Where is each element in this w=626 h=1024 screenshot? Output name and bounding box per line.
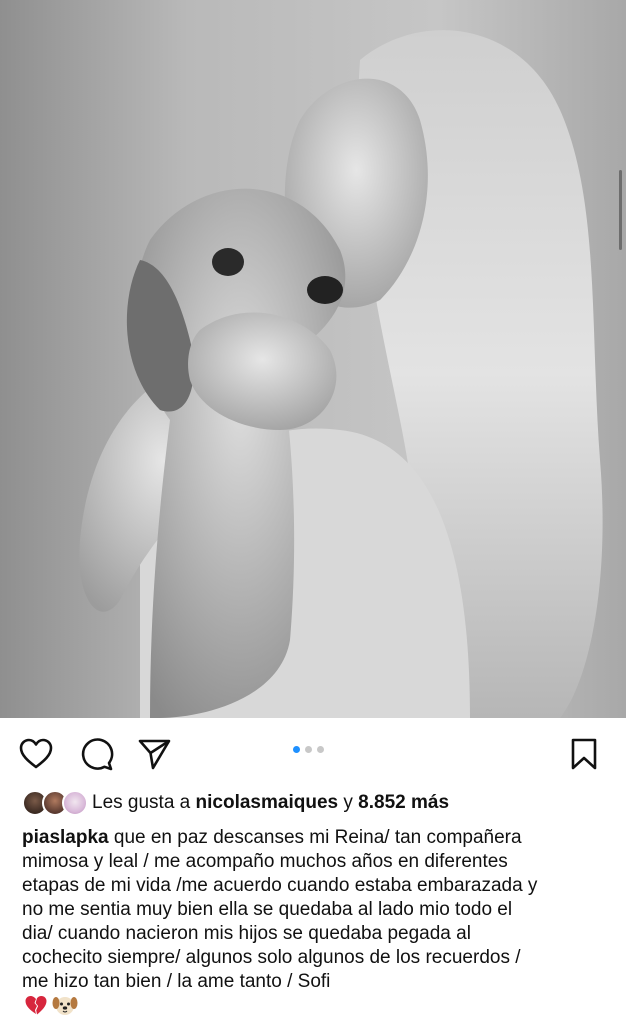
liker-username[interactable]: nicolasmaiques [196, 792, 339, 813]
caption-line: no me sentia muy bien ella se quedaba al… [22, 899, 513, 920]
carousel-dot-active [293, 746, 300, 753]
carousel-dot [317, 746, 324, 753]
likes-prefix: Les gusta a [92, 792, 196, 813]
avatar [62, 790, 88, 816]
comment-icon[interactable] [78, 736, 114, 772]
carousel-dots [293, 746, 324, 754]
caption-line: etapas de mi vida /me acuerdo cuando est… [22, 875, 538, 896]
bookmark-icon[interactable] [566, 736, 602, 772]
likes-count[interactable]: 8.852 más [358, 792, 449, 813]
broken-heart-icon [24, 993, 48, 1019]
caption-username[interactable]: piaslapka [22, 827, 109, 848]
caption-line: dia/ cuando nacieron mis hijos se quedab… [22, 923, 471, 944]
likes-summary[interactable]: Les gusta a nicolasmaiques y 8.852 más [92, 792, 449, 814]
post-action-bar [0, 732, 626, 776]
caption-line: cochecito siempre/ algunos solo algunos … [22, 947, 521, 968]
caption-line: mimosa y leal / me acompaño muchos años … [22, 851, 508, 872]
carousel-dot [305, 746, 312, 753]
likes-row[interactable]: Les gusta a nicolasmaiques y 8.852 más [22, 788, 449, 818]
paper-plane-icon[interactable] [136, 736, 172, 772]
scroll-indicator[interactable] [619, 170, 622, 250]
post-photo[interactable] [0, 0, 626, 718]
heart-icon[interactable] [18, 736, 54, 772]
dog-face-icon [52, 993, 78, 1019]
caption-line: que en paz descanses mi Reina/ tan compa… [108, 827, 522, 848]
caption-emojis [24, 993, 78, 1019]
post-caption: piaslapka que en paz descanses mi Reina/… [22, 826, 612, 994]
caption-line: me hizo tan bien / la ame tanto / Sofi [22, 971, 331, 992]
likes-connector: y [338, 792, 359, 813]
photo-illustration [0, 0, 626, 718]
liker-avatars[interactable] [22, 789, 92, 817]
